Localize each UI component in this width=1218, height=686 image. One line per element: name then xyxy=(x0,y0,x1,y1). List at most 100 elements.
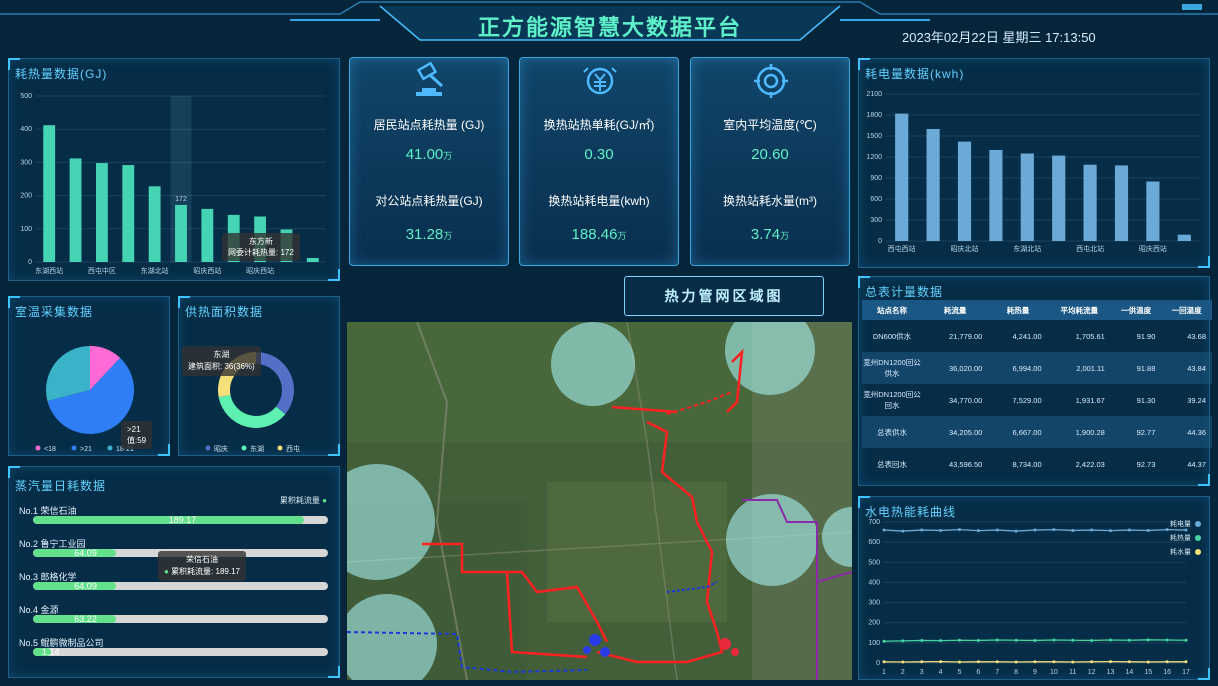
curve-point[interactable] xyxy=(958,638,961,642)
steam-row[interactable]: No.2 鲁宁工业园 64.09 xyxy=(19,537,329,558)
heat-bar[interactable] xyxy=(122,165,135,262)
area-donut-slice[interactable] xyxy=(218,394,286,428)
curve-point[interactable] xyxy=(1014,660,1018,664)
curve-point[interactable] xyxy=(1165,638,1169,642)
heat-tooltip-line2: 网委计耗热量: 172 xyxy=(228,248,294,257)
curve-point[interactable] xyxy=(1052,638,1056,642)
totals-row[interactable]: 宽州DN1200回公供水 36,020.00 6,994.00 2,001.11 91.… xyxy=(862,352,1212,384)
curve-point[interactable] xyxy=(976,529,980,533)
steam-row[interactable]: No.4 金源 63.22 xyxy=(19,603,329,624)
curve-point[interactable] xyxy=(1090,528,1094,532)
steam-row[interactable]: No.5 鲲鹏微制品公司 1.14 xyxy=(19,636,329,657)
curve-point[interactable] xyxy=(1109,529,1112,533)
curve-point[interactable] xyxy=(1165,660,1169,664)
curve-xtick-label: 14 xyxy=(1125,669,1133,676)
curve-point[interactable] xyxy=(1109,660,1112,664)
curve-point[interactable] xyxy=(882,528,886,532)
power-bar[interactable] xyxy=(1114,165,1129,241)
curve-legend-label: 耗热量 xyxy=(1170,533,1191,542)
temp-pie-legend-label: <18 xyxy=(44,446,56,453)
curve-point[interactable] xyxy=(939,639,943,643)
curve-point[interactable] xyxy=(958,660,961,664)
curve-point[interactable] xyxy=(1127,528,1131,532)
curve-point[interactable] xyxy=(976,638,980,642)
totals-row[interactable]: 宽州DN1200回公回水 34,770.00 7,529.00 1,931.67 91.… xyxy=(862,384,1212,416)
curve-point[interactable] xyxy=(920,660,924,664)
curve-point[interactable] xyxy=(920,528,924,532)
power-bar[interactable] xyxy=(1052,155,1066,241)
curve-point[interactable] xyxy=(882,660,886,664)
totals-cell: 4,241.00 xyxy=(1012,331,1042,341)
totals-row[interactable]: 总表回水 43,596.50 8,734.00 2,422.03 92.73 44.37 xyxy=(862,448,1212,480)
indoor-temp-tooltip: >21 值:59 xyxy=(121,421,153,449)
curve-point[interactable] xyxy=(1071,528,1075,532)
curve-point[interactable] xyxy=(1109,638,1112,642)
curve-point[interactable] xyxy=(1146,660,1150,664)
curve-point[interactable] xyxy=(1033,660,1037,664)
heat-bar[interactable] xyxy=(95,163,108,262)
curve-point[interactable] xyxy=(995,638,999,642)
heat-bar[interactable] xyxy=(175,204,187,262)
curve-point[interactable] xyxy=(1165,528,1169,532)
curve-point[interactable] xyxy=(901,529,905,533)
heat-highlight-label: 172 xyxy=(175,196,187,203)
curve-point[interactable] xyxy=(1071,638,1075,642)
curve-point[interactable] xyxy=(1146,638,1150,642)
curve-point[interactable] xyxy=(1014,638,1018,642)
curve-point[interactable] xyxy=(1146,528,1150,532)
curve-point[interactable] xyxy=(901,639,905,643)
power-ytick-label: 900 xyxy=(870,175,882,182)
curve-point[interactable] xyxy=(939,528,943,532)
power-bar[interactable] xyxy=(957,141,972,241)
curve-point[interactable] xyxy=(1090,660,1094,664)
curve-point[interactable] xyxy=(995,660,999,664)
steam-row-name: No.4 金源 xyxy=(19,605,59,615)
curve-point[interactable] xyxy=(901,660,905,664)
power-bar[interactable] xyxy=(1020,153,1034,242)
heat-bar[interactable] xyxy=(201,208,214,262)
curve-point[interactable] xyxy=(882,639,886,643)
power-bar[interactable] xyxy=(926,129,940,241)
kpi-value-unit-heat: 0.30 xyxy=(584,146,614,163)
totals-cell: 1,900.28 xyxy=(1047,416,1111,448)
power-bar[interactable] xyxy=(1146,181,1160,242)
curve-point[interactable] xyxy=(958,528,961,532)
totals-row[interactable]: DN600供水 21,779.00 4,241.00 1,705.61 91.90 43.… xyxy=(862,320,1212,352)
heating-area-donut: 昭庆 东湖 西屯 xyxy=(205,352,300,453)
heat-bar[interactable] xyxy=(43,125,56,262)
curve-point[interactable] xyxy=(1052,528,1056,532)
curve-point[interactable] xyxy=(1014,529,1018,533)
curve-point[interactable] xyxy=(1184,660,1188,664)
heat-bar[interactable] xyxy=(306,258,319,262)
power-bar[interactable] xyxy=(989,150,1003,241)
curve-point[interactable] xyxy=(1090,638,1094,642)
power-bar[interactable] xyxy=(1177,234,1191,241)
curve-point[interactable] xyxy=(1033,638,1037,642)
heat-bar[interactable] xyxy=(69,158,82,262)
totals-cell: 1,705.61 xyxy=(1075,331,1105,341)
heat-ytick-label: 300 xyxy=(20,159,32,166)
heat-bar[interactable] xyxy=(148,186,161,262)
curve-point[interactable] xyxy=(920,638,924,642)
curve-point[interactable] xyxy=(1071,660,1075,664)
curve-point[interactable] xyxy=(976,660,980,664)
power-bar[interactable] xyxy=(1083,164,1097,241)
heat-ytick-label: 500 xyxy=(20,93,32,100)
curve-point[interactable] xyxy=(1127,638,1131,642)
curve-point[interactable] xyxy=(995,528,999,532)
steam-row[interactable]: No.1 荣信石油 189.17 xyxy=(19,504,329,525)
area-donut-slice[interactable] xyxy=(256,352,294,415)
power-bar[interactable] xyxy=(895,113,909,241)
totals-row[interactable]: 总表供水 34,205.00 6,667.00 1,900.28 92.77 44.36 xyxy=(862,416,1212,448)
curve-point[interactable] xyxy=(1184,528,1188,532)
curve-point[interactable] xyxy=(1052,660,1056,664)
curve-point[interactable] xyxy=(939,660,943,664)
temp-tooltip-line2: 值:59 xyxy=(127,436,147,445)
map-area-button[interactable]: 热力管网区域图 xyxy=(624,276,824,316)
totals-cell: 34,770.00 xyxy=(948,395,983,405)
curve-point[interactable] xyxy=(1184,638,1188,642)
steam-row-name: No.2 鲁宁工业园 xyxy=(19,539,86,549)
curve-point[interactable] xyxy=(1127,660,1131,664)
heating-network-map[interactable] xyxy=(347,322,852,680)
curve-point[interactable] xyxy=(1033,528,1037,532)
